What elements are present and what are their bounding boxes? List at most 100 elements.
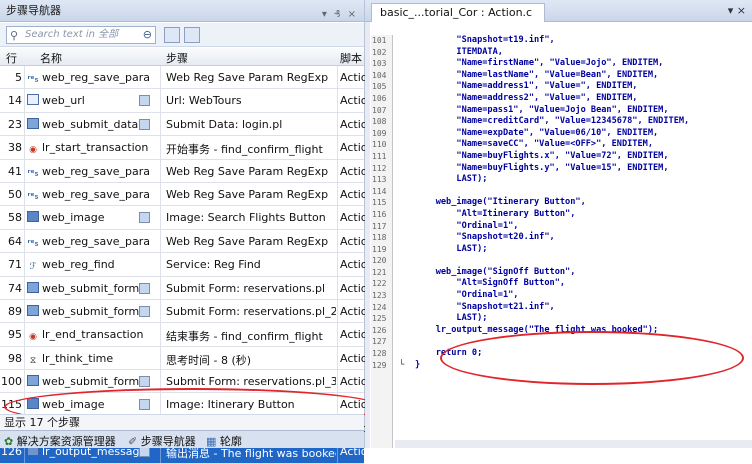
line-number: 101 <box>372 36 387 45</box>
line-number: 125 <box>372 314 387 324</box>
row-script: Actio <box>340 234 368 248</box>
tab-solution-explorer[interactable]: ✿ 解决方案资源管理器 <box>4 433 116 449</box>
table-row[interactable]: 71 ℱweb_reg_find Service: Reg Find Actio <box>0 253 368 277</box>
search-icon: ⚲ <box>10 29 19 42</box>
code-line: 112 "Name=buyFlights.y", "Value=15", END… <box>365 163 752 175</box>
clear-search-icon[interactable]: ⊖ <box>143 27 152 43</box>
row-step: Web Reg Save Param RegExp <box>166 187 329 201</box>
thumbnail-icon[interactable] <box>139 376 150 388</box>
tab-step-navigator[interactable]: ✐ 步骤导航器 <box>128 433 196 449</box>
row-script: Actio <box>340 258 368 272</box>
line-number: 116 <box>372 209 387 219</box>
navigator-icon: ✐ <box>128 435 138 448</box>
code-text: "Name=saveCC", "Value=<OFF>", ENDITEM, <box>415 139 653 150</box>
row-line-number: 23 <box>8 117 22 131</box>
row-step: Service: Reg Find <box>166 258 261 272</box>
view-button[interactable] <box>184 27 200 43</box>
table-row[interactable]: 58 web_image Image: Search Flights Button A… <box>0 206 368 230</box>
line-number: 120 <box>372 256 387 266</box>
line-number: 103 <box>372 59 387 69</box>
row-step: 开始事务 - find_confirm_flight <box>166 143 323 157</box>
row-step: Web Reg Save Param RegExp <box>166 234 329 248</box>
line-number: 126 <box>372 325 387 335</box>
row-step: Submit Form: reservations.pl_2 <box>166 304 336 318</box>
thumbnail-icon[interactable] <box>139 212 150 224</box>
code-text: LAST); <box>415 174 488 185</box>
code-area[interactable]: 101 "Snapshot=t19.inf", 102 ITEMDATA, 103 … <box>365 35 752 371</box>
col-header-step[interactable]: 步骤 <box>166 50 188 66</box>
table-row[interactable]: 50 ʳᵉ₅ web_reg_save_para Web Reg Save Param… <box>0 182 367 207</box>
line-number: 112 <box>372 163 387 173</box>
row-script: Actio <box>340 351 368 365</box>
code-text: "Ordinal=1", <box>415 290 519 301</box>
thumbnail-icon[interactable] <box>139 305 150 317</box>
row-name: ʳᵉ₅ web_reg_save_para <box>27 188 155 203</box>
editor-tab[interactable]: basic_...torial_Cor : Action.c <box>371 3 546 22</box>
row-line-number: 14 <box>8 94 22 108</box>
form-icon <box>27 117 39 129</box>
editor-tabbar: basic_...torial_Cor : Action.c ▾ × <box>365 0 752 22</box>
table-row[interactable]: 5 ʳᵉ₅ web_reg_save_para Web Reg Save Param … <box>0 66 367 90</box>
table-row[interactable]: 14 web_url Url: WebTours Actio <box>0 89 368 113</box>
code-line: 108 "Name=creditCard", "Value=12345678",… <box>365 116 752 128</box>
table-row[interactable]: 74 web_submit_form Submit Form: reservatio… <box>0 276 368 300</box>
panel-title: 步骤导航器 ▾ ₰ × <box>0 0 364 22</box>
table-row[interactable]: 89 web_submit_form Submit Form: reservatio… <box>0 299 367 324</box>
table-row[interactable]: 23 web_submit_data Submit Data: login.pl Ac… <box>0 112 368 137</box>
code-text: "Ordinal=1", <box>415 220 519 231</box>
code-text: } <box>415 359 421 370</box>
code-text: "Snapshot=t21.inf", <box>415 301 555 312</box>
thumbnail-icon[interactable] <box>139 95 150 107</box>
row-line-number: 41 <box>8 164 22 178</box>
row-script: Actio <box>340 164 368 178</box>
row-line-number: 58 <box>8 211 22 225</box>
code-text: "Alt=SignOff Button", <box>415 278 566 289</box>
code-line: 116 "Alt=Itinerary Button", <box>365 209 752 221</box>
row-script: Actio <box>340 117 368 131</box>
col-header-line[interactable]: 行 <box>6 50 17 66</box>
row-name: ◉ lr_start_transaction <box>27 141 155 156</box>
code-line: 120 <box>365 255 752 267</box>
code-text: web_image("Itinerary Button", <box>415 197 586 208</box>
row-step: 结束事务 - find_confirm_flight <box>166 330 323 344</box>
line-number: 109 <box>372 128 387 138</box>
fold-marker[interactable]: └ <box>399 360 404 372</box>
row-name-text: web_submit_form <box>42 375 140 389</box>
line-number: 124 <box>372 302 387 312</box>
horizontal-scrollbar[interactable] <box>395 440 752 448</box>
search-input[interactable]: ⚲ Search text in 全部 ⊖ <box>6 26 156 44</box>
line-number: 114 <box>372 186 387 196</box>
row-line-number: 100 <box>1 375 22 389</box>
row-name-text: lr_think_time <box>42 351 114 365</box>
row-name-text: web_reg_find <box>42 258 115 272</box>
tab-outline[interactable]: ▦ 轮廓 <box>206 433 242 449</box>
editor-tab-controls[interactable]: ▾ × <box>728 4 746 17</box>
line-number: 102 <box>372 47 387 57</box>
table-row[interactable]: 95 ◉ lr_end_transaction 结束事务 - find_confirm… <box>0 323 367 347</box>
tab-outline-label: 轮廓 <box>219 435 242 448</box>
col-header-name[interactable]: 名称 <box>40 50 62 66</box>
row-script: Actio <box>340 211 368 225</box>
code-text: "Alt=Itinerary Button", <box>415 208 576 219</box>
table-row[interactable]: 38 ◉ lr_start_transaction 开始事务 - find_confi… <box>0 136 368 160</box>
row-script: Actio <box>340 141 368 155</box>
thumbnail-icon[interactable] <box>139 282 150 294</box>
row-script: Actio <box>340 94 368 108</box>
table-row[interactable]: 98 ⧖ lr_think_time 思考时间 - 8 (秒) Actio <box>0 346 368 371</box>
line-number: 119 <box>372 244 387 254</box>
filter-button[interactable] <box>164 27 180 43</box>
editor-panel: basic_...torial_Cor : Action.c ▾ × 101 "… <box>365 0 752 448</box>
form-icon <box>27 281 39 293</box>
table-row[interactable]: 41 ʳᵉ₅ web_reg_save_para Web Reg Save Param… <box>0 159 368 183</box>
col-header-script[interactable]: 脚本 <box>340 50 362 66</box>
code-line: 104 "Name=lastName", "Value=Bean", ENDIT… <box>365 70 752 82</box>
thumbnail-icon[interactable] <box>139 118 150 130</box>
code-text: "Name=buyFlights.x", "Value=72", ENDITEM… <box>415 150 669 161</box>
line-number: 111 <box>372 151 387 161</box>
image-icon <box>27 211 39 223</box>
table-row[interactable]: 64 ʳᵉ₅ web_reg_save_para Web Reg Save Param… <box>0 229 368 254</box>
row-name-text: web_reg_save_para <box>42 187 151 201</box>
row-script: Actio <box>340 281 368 295</box>
code-line: 119 LAST); <box>365 244 752 256</box>
code-text: LAST); <box>415 313 488 324</box>
